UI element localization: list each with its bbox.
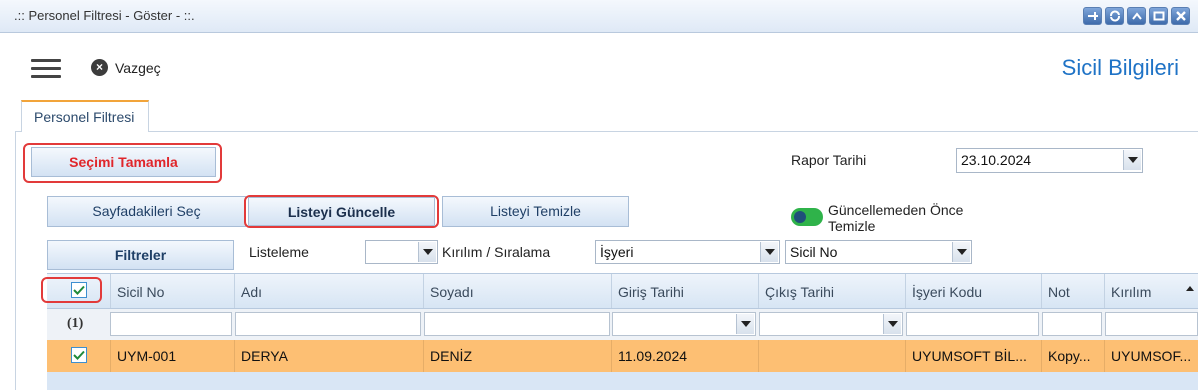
- chevron-down-icon[interactable]: [883, 314, 901, 334]
- table-row[interactable]: UYM-001 DERYA DENİZ 11.09.2024 UYUMSOFT …: [47, 340, 1198, 372]
- column-header-adi[interactable]: Adı: [234, 274, 423, 308]
- close-icon[interactable]: [1171, 7, 1190, 25]
- column-header-not[interactable]: Not: [1041, 274, 1104, 308]
- clear-before-update-toggle[interactable]: [791, 208, 823, 226]
- grouping-label: Kırılım / Sıralama: [442, 244, 551, 260]
- column-header-cikis-tarihi[interactable]: Çıkış Tarihi: [758, 274, 905, 308]
- cell-soyadi: DENİZ: [423, 340, 611, 372]
- grouping-value-2: Sicil No: [790, 244, 838, 260]
- column-header-soyadi[interactable]: Soyadı: [423, 274, 611, 308]
- cell-cikis-tarihi: [758, 340, 905, 372]
- listing-label: Listeleme: [249, 244, 309, 260]
- tab-personel-filtresi[interactable]: Personel Filtresi: [21, 100, 149, 133]
- collapse-icon[interactable]: [1127, 7, 1146, 25]
- chevron-down-icon[interactable]: [418, 242, 436, 262]
- chevron-down-icon[interactable]: [1123, 150, 1141, 170]
- select-page-button[interactable]: Sayfadakileri Seç: [47, 196, 246, 227]
- grid-filter-row: (1): [47, 309, 1198, 340]
- cancel-button[interactable]: × Vazgeç: [91, 59, 161, 76]
- report-date-label: Rapor Tarihi: [791, 152, 867, 168]
- filters-button[interactable]: Filtreler: [47, 240, 234, 270]
- refresh-list-button[interactable]: Listeyi Güncelle: [248, 197, 435, 226]
- cell-isyeri-kodu: UYUMSOFT BİL...: [905, 340, 1041, 372]
- pin-icon[interactable]: [1083, 7, 1102, 25]
- toggle-label: Güncellemeden Önce Temizle: [828, 202, 964, 234]
- chevron-down-icon[interactable]: [760, 242, 778, 262]
- cell-sicil-no: UYM-001: [110, 340, 234, 372]
- filter-giris-tarihi[interactable]: [612, 312, 756, 336]
- window-titlebar: .:: Personel Filtresi - Göster - ::.: [0, 0, 1198, 33]
- cancel-label: Vazgeç: [115, 59, 161, 76]
- filter-cikis-tarihi[interactable]: [759, 312, 903, 336]
- chevron-down-icon[interactable]: [736, 314, 754, 334]
- page-header: × Vazgeç Sicil Bilgileri: [0, 34, 1198, 100]
- clear-list-button[interactable]: Listeyi Temizle: [442, 196, 629, 227]
- column-header-kirilim[interactable]: Kırılım: [1104, 274, 1198, 308]
- complete-selection-button[interactable]: Seçimi Tamamla: [31, 147, 216, 177]
- filter-adi[interactable]: [235, 312, 421, 336]
- row-checkbox[interactable]: [71, 347, 87, 363]
- report-date-field[interactable]: 23.10.2024: [956, 148, 1143, 173]
- tab-strip: Personel Filtresi: [15, 98, 1198, 133]
- filter-soyadi[interactable]: [424, 312, 610, 336]
- cell-adi: DERYA: [234, 340, 423, 372]
- sort-asc-icon: [1186, 286, 1194, 291]
- cell-giris-tarihi: 11.09.2024: [611, 340, 758, 372]
- menu-icon[interactable]: [31, 59, 61, 79]
- grouping-select-2[interactable]: Sicil No: [785, 240, 972, 264]
- check-icon: [73, 350, 85, 360]
- column-header-giris-tarihi[interactable]: Giriş Tarihi: [611, 274, 758, 308]
- check-icon: [73, 285, 85, 295]
- grouping-value-1: İşyeri: [600, 244, 634, 260]
- filter-kirilim[interactable]: [1105, 312, 1198, 336]
- window-controls: [1083, 7, 1190, 25]
- grid-footer: [47, 372, 1198, 390]
- listing-select[interactable]: [365, 240, 438, 264]
- kirilim-label: Kırılım: [1111, 284, 1152, 300]
- maximize-icon[interactable]: [1149, 7, 1168, 25]
- column-header-isyeri-kodu[interactable]: İşyeri Kodu: [905, 274, 1041, 308]
- page-title: Sicil Bilgileri: [1061, 55, 1179, 80]
- grid-header: Sicil No Adı Soyadı Giriş Tarihi Çıkış T…: [47, 273, 1198, 309]
- filter-not[interactable]: [1042, 312, 1102, 336]
- window-title: .:: Personel Filtresi - Göster - ::.: [14, 8, 195, 23]
- grouping-select-1[interactable]: İşyeri: [595, 240, 780, 264]
- filter-sicil-no[interactable]: [110, 312, 232, 336]
- close-circle-icon: ×: [91, 59, 108, 76]
- chevron-down-icon[interactable]: [952, 242, 970, 262]
- filter-row-count: (1): [67, 316, 84, 331]
- cell-kirilim: UYUMSOF...: [1104, 340, 1198, 372]
- cell-not: Kopy...: [1041, 340, 1104, 372]
- select-all-checkbox[interactable]: [71, 282, 87, 298]
- column-header-sicil-no[interactable]: Sicil No: [110, 274, 234, 308]
- refresh-icon[interactable]: [1105, 7, 1124, 25]
- filter-isyeri-kodu[interactable]: [906, 312, 1039, 336]
- report-date-value: 23.10.2024: [961, 152, 1032, 168]
